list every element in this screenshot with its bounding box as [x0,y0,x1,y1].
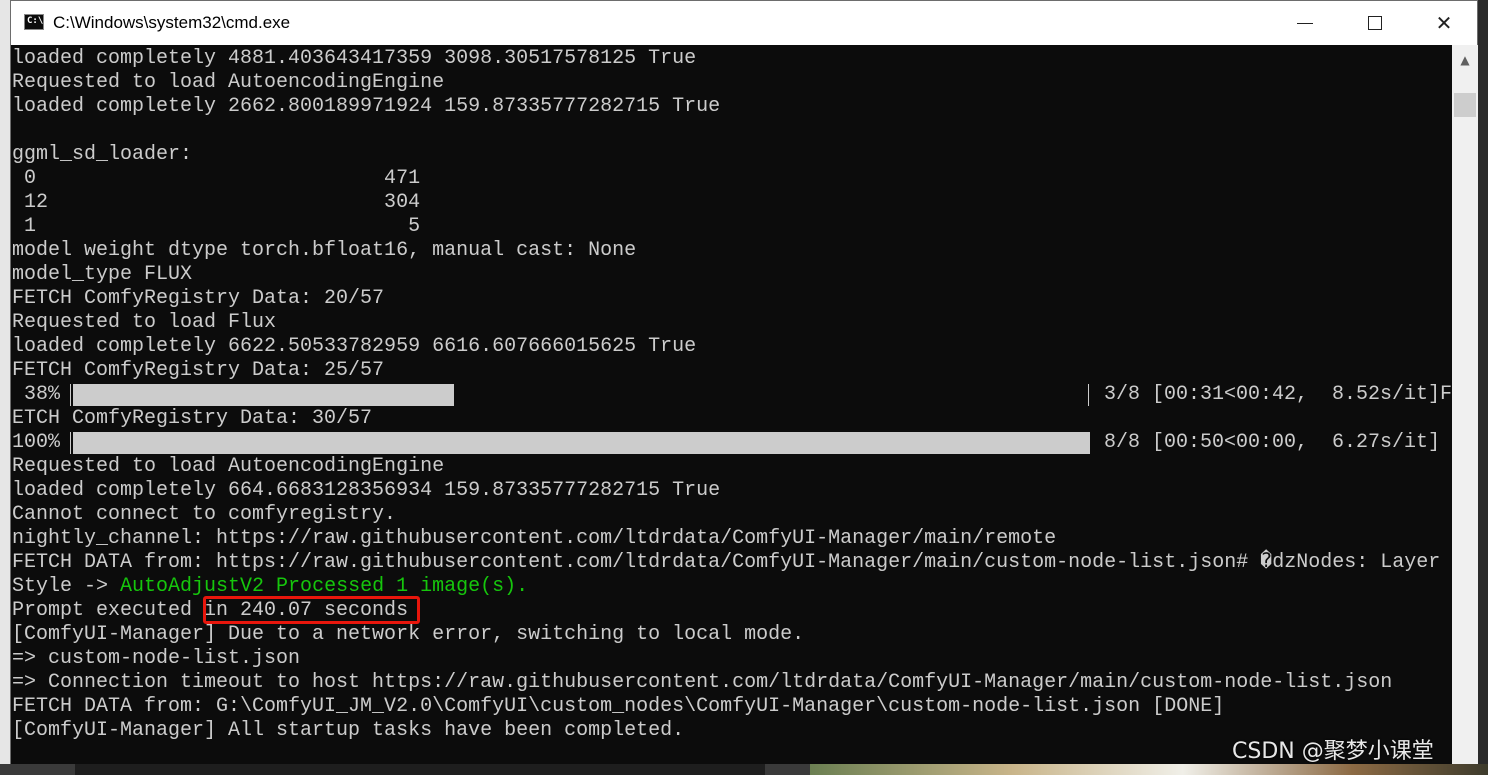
console-line: Requested to load AutoencodingEngine [12,455,445,478]
style-prefix: Style -> [12,575,121,598]
close-button[interactable]: ✕ [1409,1,1479,45]
console-line: => Connection timeout to host https://ra… [12,671,1393,694]
console-line: Requested to load AutoencodingEngine [12,71,445,94]
window-title: C:\Windows\system32\cmd.exe [53,13,291,32]
console-line: nightly_channel: https://raw.githubuserc… [12,527,1057,550]
console-line: => custom-node-list.json [12,647,301,670]
scroll-up-arrow-icon[interactable]: ▲ [1452,45,1478,75]
console-line: FETCH ComfyRegistry Data: 20/57 [12,287,385,310]
minimize-icon [1297,22,1313,24]
annotation-highlight-box [203,596,420,624]
progress-bar-left-edge [70,432,71,454]
console-output[interactable]: loaded completely 4881.403643417359 3098… [11,45,1452,764]
style-green-text: AutoAdjustV2 Processed 1 image(s). [120,575,529,598]
progress-bar-fill [73,384,454,406]
prompt-prefix: Prompt executed [12,599,205,622]
console-line: Cannot connect to comfyregistry. [12,503,397,526]
console-line: loaded completely 6622.50533782959 6616.… [12,335,697,358]
watermark: CSDN @聚梦小课堂 [1232,739,1434,764]
console-line: 1 5 [12,215,421,238]
console-line: FETCH ComfyRegistry Data: 25/57 [12,359,385,382]
console-line: loaded completely 2662.800189971924 159.… [12,95,721,118]
vertical-scrollbar[interactable]: ▲ [1452,45,1478,764]
console-line: loaded completely 4881.403643417359 3098… [12,47,697,70]
console-line: FETCH DATA from: https://raw.githubuserc… [12,551,1441,574]
minimize-button[interactable] [1270,1,1340,45]
maximize-button[interactable] [1340,1,1410,45]
cmd-window: C:\ C:\Windows\system32\cmd.exe ✕ loaded… [10,0,1478,764]
progress-status: 8/8 [00:50<00:00, 6.27s/it] [1104,431,1441,454]
progress-bar-left-edge [70,384,71,406]
console-line: FETCH DATA from: G:\ComfyUI_JM_V2.0\Comf… [12,695,1225,718]
console-line: ETCH ComfyRegistry Data: 30/57 [12,407,373,430]
desktop-background-left [0,0,10,775]
desktop-wallpaper-photo [810,764,1488,775]
progress-percent: 38% [12,383,61,406]
scroll-thumb[interactable] [1454,93,1476,117]
maximize-icon [1368,16,1382,30]
cmd-icon[interactable]: C:\ [24,14,44,30]
console-line: model weight dtype torch.bfloat16, manua… [12,239,637,262]
progress-percent: 100% [12,431,61,454]
title-bar[interactable]: C:\ C:\Windows\system32\cmd.exe ✕ [11,1,1477,45]
progress-bar-fill [73,432,1090,454]
console-line: 0 471 [12,167,421,190]
console-line: ggml_sd_loader: [12,143,193,166]
console-line: Requested to load Flux [12,311,277,334]
cmd-icon-glyph: C:\ [27,16,44,26]
console-line: loaded completely 664.6683128356934 159.… [12,479,721,502]
progress-status: 3/8 [00:31<00:42, 8.52s/it]F [1104,383,1452,406]
console-line: [ComfyUI-Manager] All startup tasks have… [12,719,685,742]
console-line: [ComfyUI-Manager] Due to a network error… [12,623,805,646]
close-icon: ✕ [1435,11,1453,35]
console-line: model_type FLUX [12,263,193,286]
console-line: 12 304 [12,191,421,214]
progress-bar-right-edge [1088,384,1089,406]
